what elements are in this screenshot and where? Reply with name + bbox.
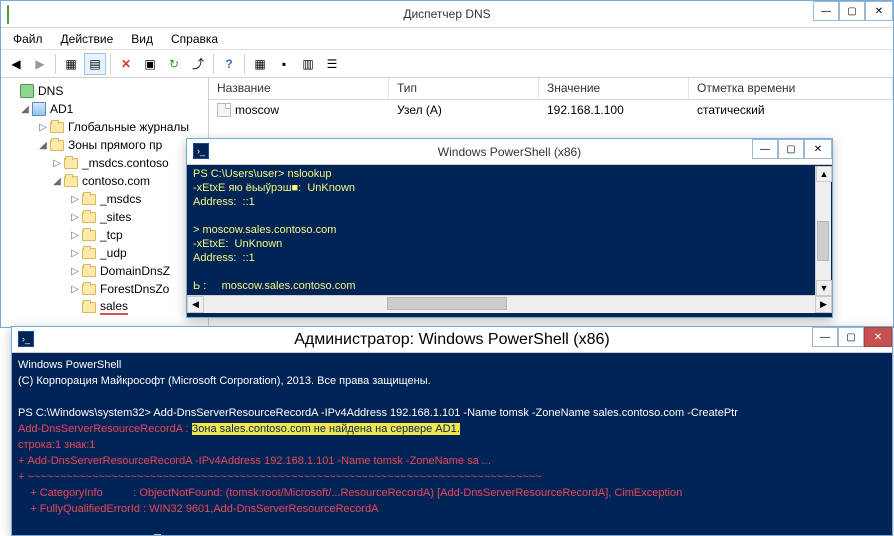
copy-button[interactable]: ▣ [139, 53, 161, 75]
admin-console[interactable]: Windows PowerShell (C) Корпорация Майкро… [12, 353, 892, 535]
ps-maximize-button[interactable]: ▢ [778, 139, 804, 159]
col-type[interactable]: Тип [389, 78, 539, 99]
record-timestamp: статический [689, 103, 893, 117]
menu-help[interactable]: Справка [163, 30, 226, 48]
record-icon [217, 103, 231, 117]
menu-view[interactable]: Вид [123, 30, 161, 48]
ps-minimize-button[interactable]: — [752, 139, 778, 159]
detail-view-button[interactable]: ☰ [321, 53, 343, 75]
tree-panel[interactable]: DNS ◢AD1 ▷Глобальные журналы ◢Зоны прямо… [1, 78, 209, 327]
admin-powershell-window: ›_ Администратор: Windows PowerShell (x8… [11, 326, 893, 536]
scroll-right-icon[interactable]: ▶ [815, 296, 832, 313]
tree-forestdns[interactable]: ▷ForestDnsZo [1, 280, 208, 298]
col-value[interactable]: Значение [539, 78, 689, 99]
tree-sales[interactable]: sales [1, 298, 208, 316]
record-row[interactable]: moscow Узел (A) 192.168.1.100 статически… [209, 100, 893, 120]
tree-sites[interactable]: ▷_sites [1, 208, 208, 226]
close-button[interactable]: ✕ [865, 1, 893, 21]
filter-button[interactable]: ▦ [249, 53, 271, 75]
tree-server[interactable]: ◢AD1 [1, 100, 208, 118]
powershell-icon: ›_ [193, 143, 209, 159]
admin-title: Администратор: Windows PowerShell (x86) [294, 331, 610, 349]
ps-vertical-scrollbar[interactable]: ▲ ▼ [815, 166, 831, 296]
scroll-up-icon[interactable]: ▲ [816, 166, 832, 182]
scroll-thumb-h[interactable] [387, 297, 507, 310]
scroll-down-icon[interactable]: ▼ [816, 280, 832, 296]
admin-close-button[interactable]: ✕ [864, 327, 892, 347]
tree-global-logs[interactable]: ▷Глобальные журналы [1, 118, 208, 136]
powershell-icon: ›_ [18, 331, 34, 347]
help-button[interactable]: ? [218, 53, 240, 75]
new-button[interactable]: ▦ [60, 53, 82, 75]
delete-button[interactable]: ✕ [115, 53, 137, 75]
export-button[interactable]: ⤴ [187, 53, 209, 75]
tree-fwd-zones[interactable]: ◢Зоны прямого пр [1, 136, 208, 154]
ps-close-button[interactable]: ✕ [804, 139, 832, 159]
dns-titlebar[interactable]: Диспетчер DNS — ▢ ✕ [1, 1, 893, 28]
refresh-button[interactable]: ↻ [163, 53, 185, 75]
tree-tcp[interactable]: ▷_tcp [1, 226, 208, 244]
back-button[interactable]: ◀ [5, 53, 27, 75]
powershell-window: ›_ Windows PowerShell (x86) — ▢ ✕ PS C:\… [186, 138, 833, 318]
tree-domaindns[interactable]: ▷DomainDnsZ [1, 262, 208, 280]
ps-titlebar[interactable]: ›_ Windows PowerShell (x86) — ▢ ✕ [187, 139, 832, 165]
cursor-icon [154, 534, 161, 535]
tree-msdcs-contoso[interactable]: ▷_msdcs.contoso [1, 154, 208, 172]
col-timestamp[interactable]: Отметка времени [689, 78, 893, 99]
tree-msdcs[interactable]: ▷_msdcs [1, 190, 208, 208]
properties-button[interactable]: ▤ [84, 53, 106, 75]
admin-titlebar[interactable]: ›_ Администратор: Windows PowerShell (x8… [12, 327, 892, 353]
menu-action[interactable]: Действие [53, 30, 122, 48]
stop-button[interactable]: ▪ [273, 53, 295, 75]
col-name[interactable]: Название [209, 78, 389, 99]
tree-udp[interactable]: ▷_udp [1, 244, 208, 262]
column-headers: Название Тип Значение Отметка времени [209, 78, 893, 100]
scroll-thumb[interactable] [817, 221, 829, 261]
ps-horizontal-scrollbar[interactable]: ◀ ▶ [187, 295, 832, 312]
menu-bar: Файл Действие Вид Справка [1, 28, 893, 50]
ps-title: Windows PowerShell (x86) [438, 145, 581, 159]
tree-root[interactable]: DNS [1, 82, 208, 100]
tree-contoso[interactable]: ◢contoso.com [1, 172, 208, 190]
admin-minimize-button[interactable]: — [812, 327, 838, 347]
toolbar: ◀ ▶ ▦ ▤ ✕ ▣ ↻ ⤴ ? ▦ ▪ ▥ ☰ [1, 50, 893, 78]
minimize-button[interactable]: — [813, 1, 839, 21]
list-view-button[interactable]: ▥ [297, 53, 319, 75]
record-value: 192.168.1.100 [539, 103, 689, 117]
dns-title: Диспетчер DNS [403, 7, 490, 21]
scroll-left-icon[interactable]: ◀ [187, 296, 204, 313]
menu-file[interactable]: Файл [5, 30, 51, 48]
forward-button[interactable]: ▶ [29, 53, 51, 75]
maximize-button[interactable]: ▢ [839, 1, 865, 21]
record-type: Узел (A) [389, 103, 539, 117]
admin-maximize-button[interactable]: ▢ [838, 327, 864, 347]
ps-console[interactable]: PS C:\Users\user> nslookup -xEtxE яю ёьы… [187, 165, 832, 295]
dns-app-icon [7, 6, 23, 22]
record-name: moscow [235, 103, 279, 117]
